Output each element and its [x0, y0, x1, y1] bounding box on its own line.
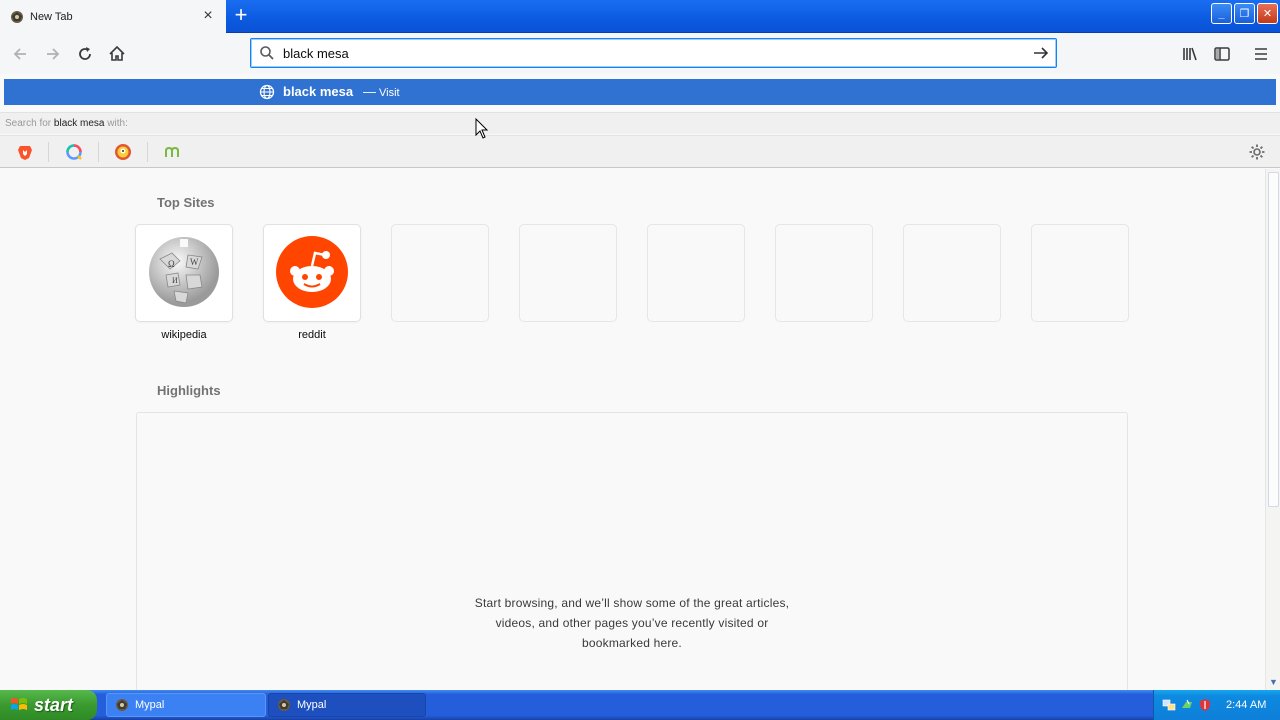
- system-tray: 2:44 AM: [1153, 690, 1280, 720]
- start-label: start: [34, 694, 74, 715]
- tab-close-icon[interactable]: ×: [200, 8, 216, 24]
- brave-icon[interactable]: [16, 143, 34, 161]
- result-title: black mesa: [283, 84, 354, 99]
- empty-message-line: videos, and other pages you’ve recently …: [495, 616, 769, 630]
- new-tab-button[interactable]: +: [230, 4, 252, 27]
- back-arrow-icon: [13, 48, 26, 60]
- wikipedia-icon: Ω W И: [149, 237, 219, 307]
- mojeek-icon[interactable]: [163, 143, 181, 161]
- network-icon[interactable]: [1162, 698, 1176, 712]
- reload-button[interactable]: [73, 42, 97, 66]
- go-arrow-icon[interactable]: [1032, 44, 1050, 62]
- taskbar-button-mypal[interactable]: Mypal: [106, 693, 266, 717]
- tab-strip: New Tab × + _ ❐ ✕: [0, 0, 1280, 33]
- home-icon: [109, 45, 125, 61]
- windows-taskbar: start Mypal Mypal 2:44 AM: [0, 690, 1280, 720]
- top-site-placeholder: [392, 225, 488, 321]
- top-site-placeholder: [520, 225, 616, 321]
- close-window-button[interactable]: ✕: [1257, 3, 1278, 24]
- back-button[interactable]: [8, 42, 32, 66]
- sidebar-button[interactable]: [1210, 42, 1234, 66]
- duckduckgo-icon[interactable]: [114, 143, 132, 161]
- reload-icon: [79, 47, 91, 60]
- scrollbar-thumb[interactable]: [1268, 172, 1279, 507]
- empty-message-line: bookmarked here.: [582, 636, 682, 650]
- highlights-empty-message: Start browsing, and we’ll show some of t…: [137, 593, 1127, 653]
- svg-text:W: W: [190, 257, 199, 267]
- top-site-tile-reddit[interactable]: [264, 225, 360, 321]
- taskbar-button-label: Mypal: [135, 699, 165, 711]
- top-sites-heading: Top Sites: [157, 195, 215, 210]
- search-for-prefix: Search for: [5, 118, 52, 129]
- windows-flag-icon: [11, 698, 27, 710]
- search-for-query: black mesa: [53, 118, 105, 129]
- search-settings-gear-icon[interactable]: [1248, 143, 1266, 161]
- restore-button[interactable]: ❐: [1234, 3, 1255, 24]
- top-site-tile-wikipedia[interactable]: Ω W И: [136, 225, 232, 321]
- forward-arrow-icon: [47, 48, 60, 60]
- new-tab-page: Top Sites Ω W И wikipedia reddit Highlig…: [0, 169, 1265, 702]
- window-controls: _ ❐ ✕: [1211, 3, 1278, 24]
- navigation-toolbar: [0, 33, 1280, 74]
- top-site-placeholder: [648, 225, 744, 321]
- start-button[interactable]: start: [0, 690, 97, 720]
- home-button[interactable]: [105, 42, 129, 66]
- mypal-icon: [116, 699, 128, 711]
- mypal-icon: [278, 699, 290, 711]
- top-site-placeholder: [1032, 225, 1128, 321]
- engine-separator: [98, 142, 99, 162]
- vertical-scrollbar[interactable]: ▼: [1265, 169, 1280, 690]
- search-for-suffix: with:: [107, 118, 128, 129]
- reddit-icon: [276, 236, 348, 308]
- top-site-placeholder: [904, 225, 1000, 321]
- library-button[interactable]: [1178, 42, 1202, 66]
- svg-text:Ω: Ω: [168, 259, 175, 269]
- tab-new-tab[interactable]: New Tab ×: [0, 0, 226, 33]
- top-site-placeholder: [776, 225, 872, 321]
- clock: 2:44 AM: [1226, 699, 1267, 711]
- url-bar[interactable]: [250, 38, 1057, 68]
- taskbar-button-mypal[interactable]: Mypal: [268, 693, 426, 717]
- autocomplete-result-row[interactable]: black mesa — Visit: [4, 79, 1276, 105]
- empty-message-line: Start browsing, and we’ll show some of t…: [474, 596, 790, 610]
- sidebar-icon: [1214, 47, 1230, 61]
- svg-text:И: И: [172, 276, 178, 285]
- top-site-label: wikipedia: [161, 329, 207, 341]
- security-shield-icon[interactable]: [1198, 698, 1212, 712]
- qwant-icon[interactable]: [65, 143, 83, 161]
- scroll-down-arrow-icon[interactable]: ▼: [1268, 677, 1279, 688]
- minimize-button[interactable]: _: [1211, 3, 1232, 24]
- menu-button[interactable]: [1249, 42, 1273, 66]
- safely-remove-icon[interactable]: [1180, 698, 1194, 712]
- mypal-icon: [11, 10, 23, 23]
- forward-button[interactable]: [41, 42, 65, 66]
- url-input[interactable]: [283, 44, 1023, 62]
- one-off-search-engines: [0, 135, 1280, 168]
- mouse-cursor-icon: [475, 118, 489, 139]
- engine-separator: [48, 142, 49, 162]
- library-icon: [1183, 47, 1197, 61]
- hamburger-menu-icon: [1255, 48, 1267, 60]
- search-icon: [260, 46, 274, 60]
- tab-title: New Tab: [30, 10, 73, 23]
- engine-separator: [147, 142, 148, 162]
- result-action: Visit: [379, 87, 400, 99]
- result-separator: —: [363, 84, 376, 99]
- highlights-empty-state: Start browsing, and we’ll show some of t…: [136, 412, 1128, 702]
- highlights-heading: Highlights: [157, 383, 221, 398]
- top-site-label: reddit: [298, 329, 326, 341]
- search-with-label: Search for black mesa with:: [0, 112, 1280, 134]
- globe-icon: [259, 84, 275, 100]
- taskbar-button-label: Mypal: [297, 699, 327, 711]
